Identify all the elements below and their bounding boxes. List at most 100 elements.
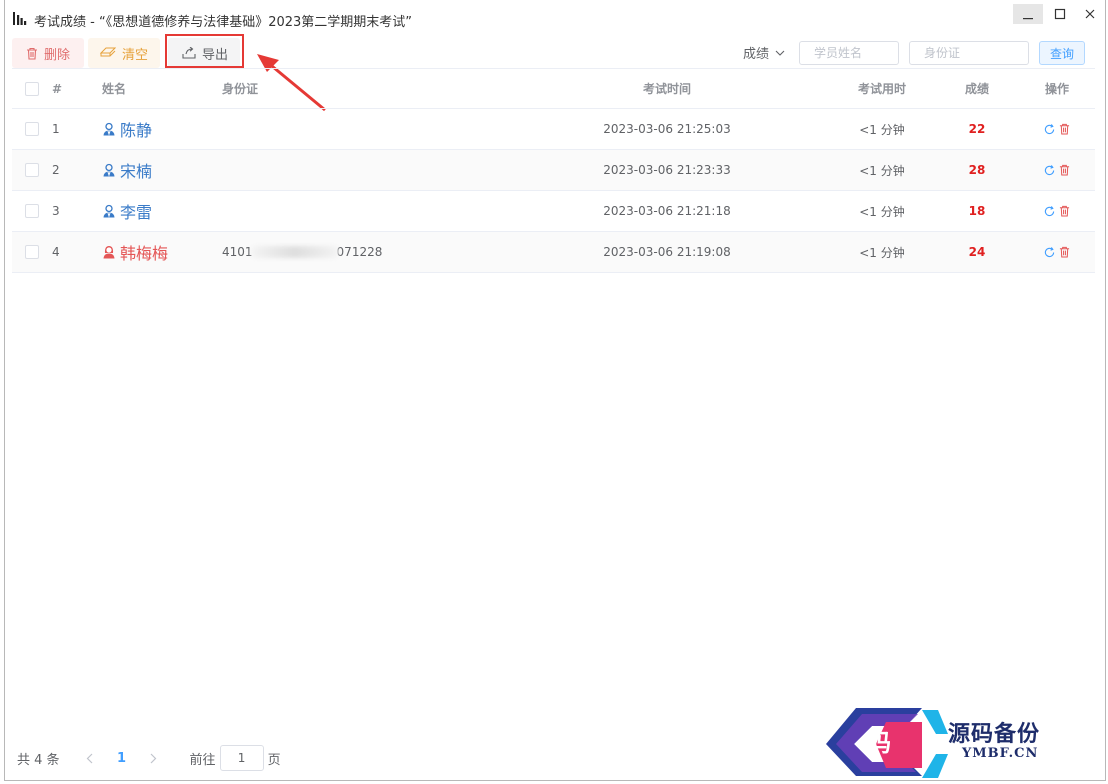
score-cell: 28 [947, 150, 1007, 190]
male-user-icon [103, 163, 115, 177]
select-all-checkbox[interactable] [25, 81, 39, 96]
score-value: 28 [968, 163, 986, 177]
id-number-prefix: 4101 [222, 245, 253, 259]
exam-time: 2023-03-06 21:25:03 [603, 122, 731, 136]
score-value: 22 [968, 122, 986, 136]
bar-chart-icon [13, 12, 27, 25]
maximize-icon [1054, 8, 1066, 20]
exam-duration: <1 分钟 [859, 245, 905, 260]
sort-select-value: 成绩 [743, 47, 770, 62]
select-all-cell [25, 69, 39, 108]
student-name-input[interactable] [799, 41, 899, 65]
page-suffix: 页 [267, 752, 281, 768]
score-cell: 18 [947, 191, 1007, 231]
row-select-cell [25, 232, 39, 272]
row-checkbox[interactable] [25, 245, 39, 259]
trash-icon[interactable] [1059, 123, 1070, 135]
chevron-left-icon [86, 753, 93, 763]
pagination: 共 4 条 1 前往 页 [17, 744, 281, 772]
table-row: 4 韩梅梅 4101 071228 2023-03-06 21:19:08 <1… [12, 232, 1095, 273]
maximize-button[interactable] [1045, 4, 1075, 24]
name-cell: 陈静 [102, 109, 152, 149]
refresh-icon[interactable] [1044, 164, 1055, 176]
watermark-char: 码 [867, 728, 891, 757]
row-select-cell [25, 150, 39, 190]
student-name-link[interactable]: 宋楠 [120, 158, 152, 182]
ops-cell [1027, 109, 1087, 149]
delete-label: 删除 [44, 47, 71, 63]
score-value: 24 [968, 245, 986, 259]
ops-cell [1027, 150, 1087, 190]
watermark-sub: YMBF.CN [962, 746, 1039, 761]
score-cell: 24 [947, 232, 1007, 272]
exam-results-window: 考试成绩 - “《思想道德修养与法律基础》2023第二学期期末考试” 删除 清空… [4, 0, 1106, 781]
refresh-icon[interactable] [1044, 205, 1055, 217]
goto-label: 前往 [189, 752, 216, 768]
refresh-icon[interactable] [1044, 246, 1055, 258]
female-user-icon [103, 246, 115, 259]
ops-cell [1027, 232, 1087, 272]
close-icon [1085, 9, 1095, 19]
student-name-link[interactable]: 韩梅梅 [120, 240, 168, 264]
export-label: 导出 [202, 47, 229, 63]
eraser-icon [100, 47, 116, 57]
exam-time: 2023-03-06 21:23:33 [603, 163, 731, 177]
score-cell: 22 [947, 109, 1007, 149]
student-name-link[interactable]: 李雷 [120, 199, 152, 223]
header-time: 考试时间 [642, 82, 691, 96]
row-no: 2 [52, 163, 60, 177]
row-select-cell [25, 191, 39, 231]
title-bar: 考试成绩 - “《思想道德修养与法律基础》2023第二学期期末考试” [5, 0, 1105, 36]
chevron-down-icon [775, 50, 785, 56]
chevron-right-icon [150, 753, 157, 763]
clear-button[interactable]: 清空 [88, 38, 160, 68]
minimize-button[interactable] [1013, 4, 1043, 24]
refresh-icon[interactable] [1044, 123, 1055, 135]
id-redaction [250, 246, 339, 258]
sort-select[interactable]: 成绩 [743, 43, 785, 62]
id-number: 4101 071228 [222, 232, 382, 272]
delete-button[interactable]: 删除 [12, 38, 84, 68]
name-cell: 李雷 [102, 191, 152, 231]
exam-time: 2023-03-06 21:21:18 [603, 204, 731, 218]
row-checkbox[interactable] [25, 122, 39, 136]
male-user-icon [103, 122, 115, 136]
row-no: 1 [52, 122, 60, 136]
trash-icon[interactable] [1059, 205, 1070, 217]
row-select-cell [25, 109, 39, 149]
exam-duration: <1 分钟 [859, 122, 905, 137]
next-page-button[interactable] [140, 753, 168, 764]
header-no: # [52, 81, 63, 96]
trash-icon[interactable] [1059, 164, 1070, 176]
table-row: 2 宋楠 2023-03-06 21:23:33 <1 分钟 28 [12, 150, 1095, 191]
row-no: 3 [52, 204, 60, 218]
student-name-link[interactable]: 陈静 [120, 117, 152, 141]
goto-page-input[interactable] [219, 745, 264, 771]
name-cell: 韩梅梅 [102, 232, 168, 272]
row-checkbox[interactable] [25, 163, 39, 177]
score-value: 18 [968, 204, 986, 218]
watermark-text: 源码备份 [948, 722, 1041, 747]
clear-label: 清空 [122, 47, 149, 63]
exam-duration: <1 分钟 [859, 204, 905, 219]
id-number-suffix: 071228 [336, 245, 383, 259]
total-count: 共 4 条 [17, 752, 60, 768]
upload-icon [182, 47, 196, 59]
page-number[interactable]: 1 [104, 751, 140, 766]
query-button[interactable]: 查询 [1039, 41, 1085, 65]
header-name: 姓名 [102, 82, 127, 96]
prev-page-button[interactable] [76, 753, 104, 764]
trash-icon[interactable] [1059, 246, 1070, 258]
header-id: 身份证 [222, 82, 259, 96]
query-label: 查询 [1049, 46, 1074, 61]
id-card-input[interactable] [909, 41, 1029, 65]
table-row: 1 陈静 2023-03-06 21:25:03 <1 分钟 22 [12, 109, 1095, 150]
male-user-icon [103, 204, 115, 218]
row-checkbox[interactable] [25, 204, 39, 218]
trash-icon [27, 47, 37, 60]
row-no: 4 [52, 245, 60, 259]
header-score: 成绩 [964, 82, 989, 96]
exam-duration: <1 分钟 [859, 163, 905, 178]
close-button[interactable] [1075, 4, 1105, 24]
export-button[interactable]: 导出 [168, 38, 240, 68]
